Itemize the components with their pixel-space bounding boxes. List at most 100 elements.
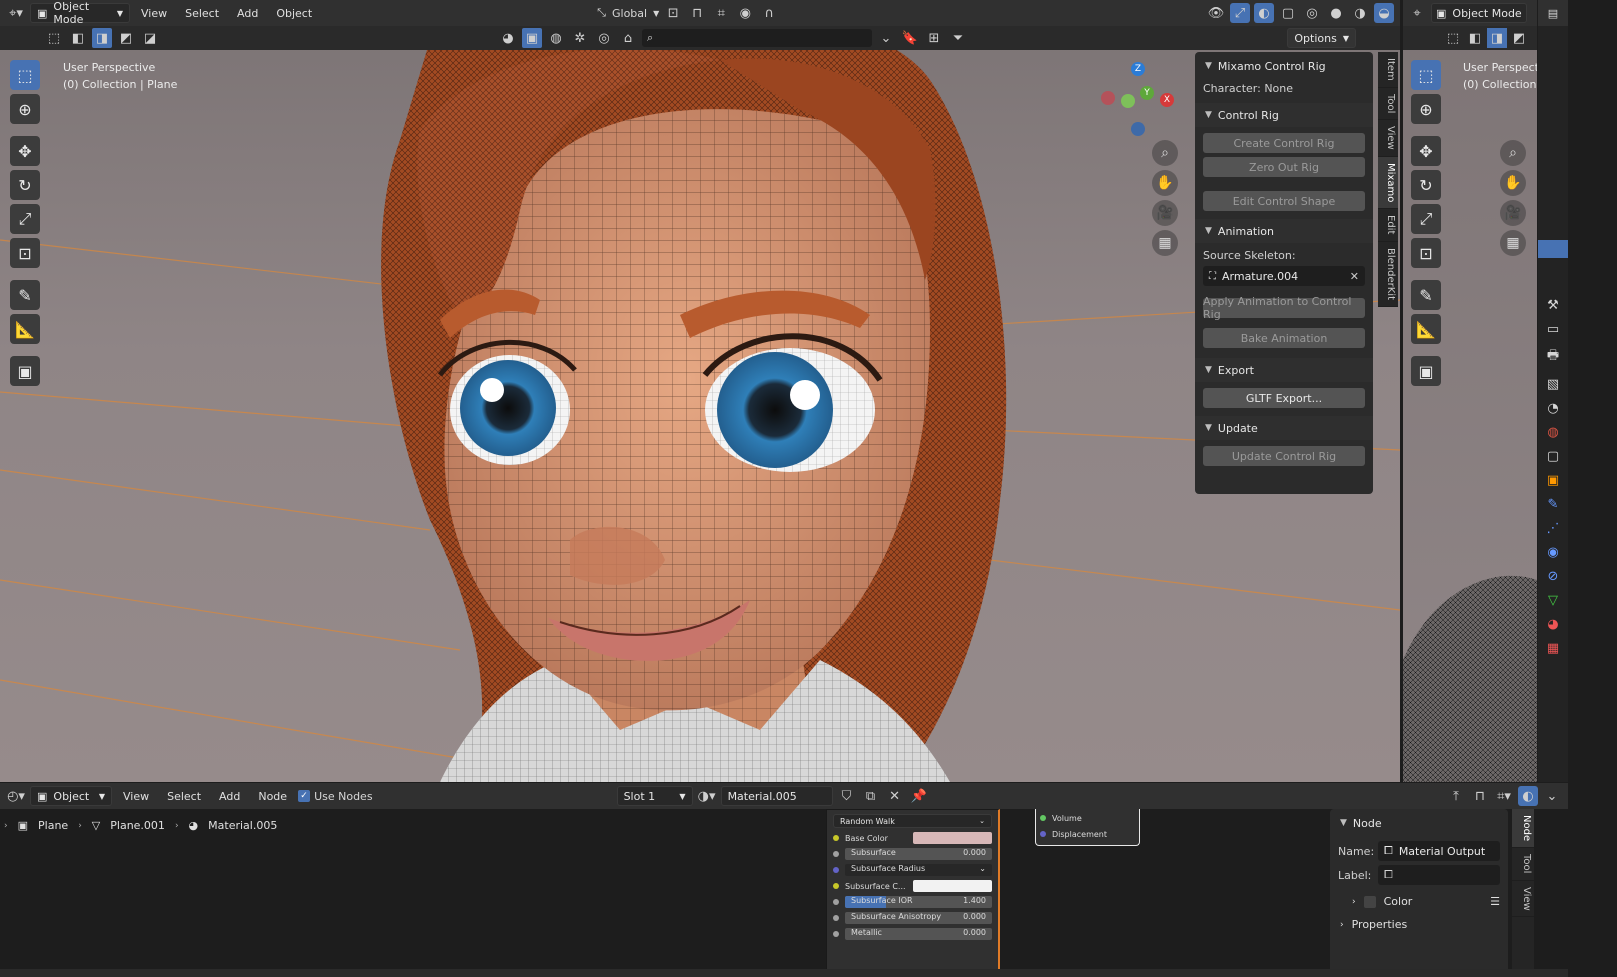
neg-y-axis-handle[interactable] xyxy=(1121,94,1135,108)
options-dropdown[interactable]: Options ▼ xyxy=(1287,28,1356,48)
wireframe-shading-icon[interactable]: ◎ xyxy=(1302,3,1322,23)
create-control-rig-button[interactable]: Create Control Rig xyxy=(1203,133,1365,153)
menu-add[interactable]: Add xyxy=(230,4,265,23)
tab-tool[interactable]: Tool xyxy=(1378,88,1398,121)
duplicate-material-icon[interactable]: ⧉ xyxy=(861,786,881,806)
funnel-icon[interactable]: ⏷ xyxy=(948,28,968,48)
vector-socket[interactable] xyxy=(833,867,839,873)
menu-view[interactable]: View xyxy=(116,787,156,806)
bake-animation-button[interactable]: Bake Animation xyxy=(1203,328,1365,348)
vector-socket[interactable] xyxy=(1040,831,1046,837)
use-nodes-checkbox[interactable]: ✓ Use Nodes xyxy=(298,790,373,803)
snap-icon[interactable]: ⊓ xyxy=(1470,786,1490,806)
subsurface-field[interactable]: Subsurface 0.000 xyxy=(845,848,992,860)
tab-mixamo[interactable]: Mixamo xyxy=(1378,156,1398,210)
material-browse-icon[interactable]: ◑▾ xyxy=(697,786,717,806)
z-axis-handle[interactable]: Z xyxy=(1131,62,1145,76)
menu-add[interactable]: Add xyxy=(212,787,247,806)
tab-tool[interactable]: Tool xyxy=(1512,848,1534,881)
tab-view[interactable]: View xyxy=(1378,120,1398,157)
select-invert-icon[interactable]: ◩ xyxy=(116,28,136,48)
pin-icon[interactable]: 📌 xyxy=(909,786,929,806)
list-icon[interactable]: ☰ xyxy=(1490,895,1500,908)
move-tool[interactable]: ✥ xyxy=(10,136,40,166)
rendered-shading-icon[interactable]: ◒ xyxy=(1374,3,1394,23)
pivot-icon[interactable]: ⊡ xyxy=(663,3,683,23)
visibility-icon[interactable]: 👁 xyxy=(1206,3,1226,23)
node-name-field[interactable]: ⧠ Material Output xyxy=(1378,841,1500,861)
tab-blenderkit[interactable]: BlenderKit xyxy=(1378,242,1398,307)
breadcrumb-mesh[interactable]: Plane.001 xyxy=(110,819,165,832)
main-viewport[interactable]: User Perspective (0) Collection | Plane … xyxy=(0,0,1400,782)
value-socket[interactable] xyxy=(833,899,839,905)
shader-socket[interactable] xyxy=(1040,815,1046,821)
viewport-search-field[interactable]: ⌕ xyxy=(642,29,872,47)
output-icon[interactable]: 🖶 xyxy=(1547,346,1559,368)
breadcrumb-object[interactable]: Plane xyxy=(38,819,68,832)
color-palette-icon[interactable]: ◕ xyxy=(498,28,518,48)
filter-dropdown-icon[interactable]: ⌄ xyxy=(876,28,896,48)
editor-type-icon[interactable]: ▤ xyxy=(1548,7,1558,20)
move-tool[interactable]: ✥ xyxy=(1411,136,1441,166)
select-intersect-icon[interactable]: ◪ xyxy=(140,28,160,48)
select-box-tool[interactable]: ⬚ xyxy=(10,60,40,90)
value-socket[interactable] xyxy=(833,851,839,857)
select-subtract-icon[interactable]: ◨ xyxy=(92,28,112,48)
node-color-row[interactable]: › Color ☰ xyxy=(1330,885,1508,908)
snap-icon[interactable]: ⊓ xyxy=(687,3,707,23)
update-section[interactable]: ▼ Update xyxy=(1195,416,1373,440)
subsurface-radius-dropdown[interactable]: Subsurface Radius ⌄ xyxy=(845,864,992,876)
falloff-icon[interactable]: ∩ xyxy=(759,3,779,23)
close-icon[interactable]: ✕ xyxy=(1350,270,1359,283)
pan-hand-icon[interactable]: ✋ xyxy=(1500,170,1526,196)
color-socket[interactable] xyxy=(833,835,839,841)
fake-user-shield-icon[interactable]: ⛉ xyxy=(837,786,857,806)
navigation-gizmo[interactable]: Z X Y xyxy=(1095,58,1185,138)
texture-icon[interactable]: ▦ xyxy=(1547,641,1559,656)
object-icon[interactable]: ▣ xyxy=(522,28,542,48)
transform-tool[interactable]: ⊡ xyxy=(10,238,40,268)
tab-item[interactable]: Item xyxy=(1378,52,1398,88)
menu-select[interactable]: Select xyxy=(178,4,226,23)
neg-z-axis-handle[interactable] xyxy=(1131,122,1145,136)
tab-view[interactable]: View xyxy=(1512,881,1534,918)
control-rig-section[interactable]: ▼ Control Rig xyxy=(1195,103,1373,127)
transform-tool[interactable]: ⊡ xyxy=(1411,238,1441,268)
snap-target-icon[interactable]: ⌗ xyxy=(711,3,731,23)
rotate-tool[interactable]: ↻ xyxy=(10,170,40,200)
tab-edit[interactable]: Edit xyxy=(1378,209,1398,242)
color-socket[interactable] xyxy=(833,883,839,889)
tool-settings-icon[interactable]: ⚒ xyxy=(1547,298,1559,313)
value-socket[interactable] xyxy=(833,931,839,937)
subsurface-method-dropdown[interactable]: Random Walk ⌄ xyxy=(833,814,992,828)
select-extend-icon[interactable]: ◧ xyxy=(68,28,88,48)
cursor-tool[interactable]: ⊕ xyxy=(10,94,40,124)
menu-select[interactable]: Select xyxy=(160,787,208,806)
particles-icon[interactable]: ⋰ xyxy=(1547,521,1560,536)
proportional-edit-icon[interactable]: ◉ xyxy=(735,3,755,23)
constraint-icon[interactable]: ⊘ xyxy=(1548,569,1559,584)
source-skeleton-field[interactable]: ⛶ Armature.004 ✕ xyxy=(1203,266,1365,286)
principled-bsdf-node[interactable]: Random Walk ⌄ Base Color Subsurface 0.00… xyxy=(826,809,1000,977)
base-color-swatch[interactable] xyxy=(913,832,992,844)
color-checkbox[interactable] xyxy=(1363,895,1376,908)
apply-animation-button[interactable]: Apply Animation to Control Rig xyxy=(1203,295,1365,321)
select-box-mode-icon[interactable]: ⬚ xyxy=(1443,28,1463,48)
menu-object[interactable]: Object xyxy=(269,4,319,23)
measure-tool[interactable]: 📐 xyxy=(1411,314,1441,344)
shader-editor-icon[interactable]: ◴▾ xyxy=(6,786,26,806)
menu-node[interactable]: Node xyxy=(251,787,294,806)
select-box-mode-icon[interactable]: ⬚ xyxy=(44,28,64,48)
zoom-icon[interactable]: ⌕ xyxy=(1500,140,1526,166)
parent-node-icon[interactable]: ⤒ xyxy=(1446,786,1466,806)
zero-out-rig-button[interactable]: Zero Out Rig xyxy=(1203,157,1365,177)
view-layer-icon[interactable]: ▧ xyxy=(1547,377,1559,392)
mixamo-panel-header[interactable]: ▼ Mixamo Control Rig xyxy=(1195,54,1373,78)
bookmark-icon[interactable]: 🔖 xyxy=(900,28,920,48)
camera-icon[interactable]: 🎥 xyxy=(1500,200,1526,226)
animation-section[interactable]: ▼ Animation xyxy=(1195,219,1373,243)
export-section[interactable]: ▼ Export xyxy=(1195,358,1373,382)
grid-perspective-icon[interactable]: ▦ xyxy=(1152,230,1178,256)
collection-icon[interactable]: ▢ xyxy=(1547,449,1559,464)
node-label-field[interactable]: ⧠ xyxy=(1378,865,1500,885)
